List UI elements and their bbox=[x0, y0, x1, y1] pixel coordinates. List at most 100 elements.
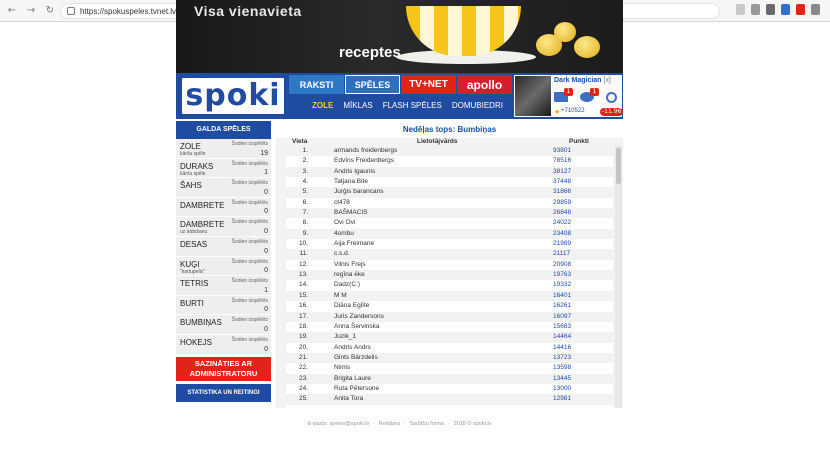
extension-icon[interactable] bbox=[736, 4, 745, 15]
row-points: 13723 bbox=[553, 353, 572, 361]
row-username[interactable]: c.s.d. bbox=[334, 249, 350, 259]
tab-raksti[interactable]: RAKSTI bbox=[289, 75, 344, 94]
row-username[interactable]: Diāna Eglīte bbox=[334, 301, 369, 311]
row-username[interactable]: Anna Šervinska bbox=[334, 322, 380, 332]
row-username[interactable]: armands freidenbergs bbox=[334, 146, 397, 156]
row-place: 23. bbox=[298, 374, 308, 382]
table-row: 18. Anna Šervinska 15683 bbox=[286, 322, 613, 332]
row-points: 31866 bbox=[553, 188, 572, 196]
ad-banner[interactable]: Visa vienavieta receptes bbox=[176, 0, 623, 73]
row-username[interactable]: Andris Andrs bbox=[334, 343, 371, 353]
extension-icon[interactable] bbox=[766, 4, 775, 15]
row-points: 23408 bbox=[553, 229, 572, 237]
row-username[interactable]: Juris Zandersons bbox=[334, 312, 384, 322]
table-scrollbar[interactable] bbox=[615, 146, 622, 408]
avatar[interactable] bbox=[515, 76, 551, 116]
game-subtitle: uz atdošanu bbox=[180, 229, 208, 236]
gear-icon[interactable] bbox=[606, 92, 617, 103]
row-username[interactable]: Edvīns Freidenbergs bbox=[334, 156, 394, 166]
banner-brand: receptes bbox=[339, 44, 401, 61]
row-username[interactable]: Brigita Laure bbox=[334, 374, 371, 384]
sub-nav-miklas[interactable]: MĪKLAS bbox=[343, 101, 372, 110]
extension-icon[interactable] bbox=[781, 4, 790, 15]
row-username[interactable]: Gints Bārzdelis bbox=[334, 353, 378, 363]
macaron-image bbox=[574, 36, 600, 58]
row-username[interactable]: Nimis bbox=[334, 363, 350, 373]
row-points: 19332 bbox=[553, 281, 572, 289]
extension-icon[interactable] bbox=[751, 4, 760, 15]
row-username[interactable]: ct478 bbox=[334, 198, 350, 208]
row-points: 21117 bbox=[553, 250, 571, 258]
row-username[interactable]: Aija Freimane bbox=[334, 239, 374, 249]
sidebar-game-item[interactable]: HOKEJS Šodien izspēlēts 0 bbox=[176, 334, 271, 355]
table-row: 8. Ovi Ovi 24022 bbox=[286, 218, 613, 228]
stats-button[interactable]: STATISTIKA UN REITINGI bbox=[176, 383, 271, 402]
row-points: 16401 bbox=[553, 291, 572, 299]
row-points: 14416 bbox=[553, 343, 572, 351]
back-icon[interactable]: ← bbox=[5, 4, 19, 18]
row-username[interactable]: Ovi Ovi bbox=[334, 218, 355, 228]
sidebar-game-item[interactable]: DURAKS kāršu spēle Šodien izspēlēts 1 bbox=[176, 158, 271, 179]
row-place: 9. bbox=[302, 229, 308, 237]
row-username[interactable]: Dadz(C:) bbox=[334, 280, 360, 290]
tab-speles[interactable]: SPĒLES bbox=[345, 75, 400, 94]
row-points: 38127 bbox=[553, 167, 572, 175]
extension-icon[interactable] bbox=[796, 4, 805, 15]
contact-admin-button[interactable]: SAZINĀTIES AR ADMINISTRATORU bbox=[176, 356, 271, 381]
sidebar-game-item[interactable]: DAMBRETE Šodien izspēlēts 0 bbox=[176, 197, 271, 218]
row-username[interactable]: Anita Tora bbox=[334, 394, 363, 404]
table-row: 23. Brigita Laure 13445 bbox=[286, 373, 613, 384]
username[interactable]: Dark Magician [x] bbox=[554, 77, 611, 84]
forward-icon[interactable]: → bbox=[24, 4, 38, 18]
menu-icon[interactable] bbox=[811, 4, 820, 15]
row-points: 24022 bbox=[553, 219, 572, 227]
scroll-thumb[interactable] bbox=[616, 148, 621, 184]
row-username[interactable]: Andris Igaunis bbox=[334, 167, 375, 177]
username-text: Dark Magician bbox=[554, 77, 602, 84]
game-name: ŠAHS bbox=[180, 181, 202, 191]
row-place: 25. bbox=[298, 395, 308, 403]
row-points: 20908 bbox=[553, 260, 572, 268]
star-icon: ★ bbox=[554, 108, 561, 116]
row-username[interactable]: Ruta Pētersone bbox=[334, 384, 379, 394]
tab-apollo[interactable]: apollo bbox=[457, 75, 512, 94]
table-row: 6. ct478 29859 bbox=[286, 198, 613, 208]
row-username[interactable]: Tatjana Bite bbox=[334, 177, 368, 187]
logout-link[interactable]: [x] bbox=[603, 77, 610, 84]
sub-nav-zole[interactable]: ZOLE bbox=[312, 101, 333, 110]
game-name: DESAS bbox=[180, 239, 208, 249]
site-logo[interactable]: spoki bbox=[180, 76, 286, 116]
sub-nav-flash[interactable]: FLASH SPĒLES bbox=[383, 101, 442, 110]
sidebar-game-item[interactable]: BURTI Šodien izspēlēts 0 bbox=[176, 295, 271, 316]
today-played-count: 1 bbox=[264, 169, 268, 177]
user-panel: Dark Magician [x] 1 1 ★ +710522 -11.96 bbox=[514, 75, 624, 117]
today-played-count: 0 bbox=[264, 208, 268, 216]
top-tabs: RAKSTI SPĒLES TV+NET apollo bbox=[289, 75, 512, 94]
sub-nav-domubiedri[interactable]: DOMUBIEDRI bbox=[452, 101, 503, 110]
sidebar-game-item[interactable]: DAMBRETE uz atdošanu Šodien izspēlēts 0 bbox=[176, 217, 271, 237]
sidebar-game-item[interactable]: ŠAHS Šodien izspēlēts 0 bbox=[176, 178, 271, 198]
row-username[interactable]: BAŠMACIS bbox=[334, 208, 368, 218]
row-place: 19. bbox=[298, 333, 308, 341]
sidebar-game-item[interactable]: TETRIS Šodien izspēlēts 1 bbox=[176, 276, 271, 296]
footer-form[interactable]: Sodītbu forma bbox=[410, 421, 445, 427]
row-username[interactable]: Juzik_1 bbox=[334, 332, 356, 342]
sidebar-game-item[interactable]: DESAS Šodien izspēlēts 0 bbox=[176, 236, 271, 257]
row-points: 13000 bbox=[553, 384, 572, 392]
sidebar-game-item[interactable]: BUMBIŅAS Šodien izspēlēts 0 bbox=[176, 315, 271, 335]
footer-email[interactable]: E-pasts: speles@spoki.lv bbox=[308, 421, 370, 427]
row-username[interactable]: Jurģis barancans bbox=[334, 187, 384, 197]
today-played-label: Šodien izspēlēts bbox=[231, 180, 268, 187]
row-username[interactable]: 4ombu bbox=[334, 229, 354, 239]
tab-tvnet[interactable]: TV+NET bbox=[401, 75, 456, 94]
row-username[interactable]: Vilnis Frejs bbox=[334, 260, 366, 270]
reload-icon[interactable]: ↻ bbox=[43, 4, 57, 18]
sidebar-game-item[interactable]: KUĢI "kartupelis" Šodien izspēlēts 0 bbox=[176, 256, 271, 277]
footer-ads[interactable]: Reklāma bbox=[379, 421, 401, 427]
game-subtitle: "kartupelis" bbox=[180, 268, 205, 275]
today-played-label: Šodien izspēlēts bbox=[231, 199, 268, 206]
row-username[interactable]: regīna ēke bbox=[334, 270, 365, 280]
sidebar-game-item[interactable]: ZOLE kāršu spēle Šodien izspēlēts 19 bbox=[176, 139, 271, 159]
row-points: 93801 bbox=[553, 147, 572, 154]
row-username[interactable]: M M bbox=[334, 291, 347, 301]
